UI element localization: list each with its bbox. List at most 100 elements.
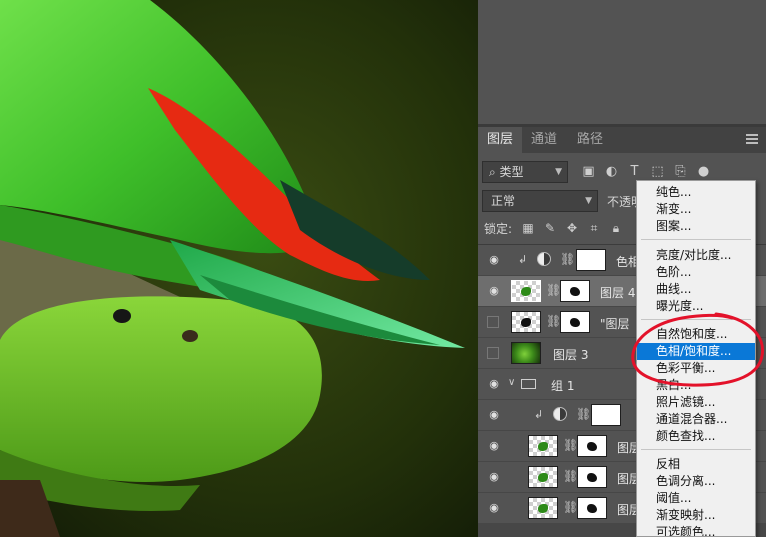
canvas-photo: [0, 0, 478, 537]
lock-position-icon[interactable]: ✥: [564, 220, 580, 236]
chevron-down-icon: ▼: [555, 167, 562, 177]
menu-separator: [641, 319, 751, 320]
layer-content-shape: [521, 287, 531, 296]
mask-shape: [587, 504, 597, 513]
layer-name: "图层: [600, 317, 630, 331]
filter-kind-value: 类型: [499, 165, 524, 179]
menu-separator: [641, 449, 751, 450]
layer-mask-thumbnail[interactable]: [577, 497, 607, 519]
link-chain-icon[interactable]: ⛓: [576, 407, 591, 421]
layer-content-shape: [538, 473, 548, 482]
layer-name: 图层 4: [600, 286, 636, 300]
layer-mask-thumbnail[interactable]: [576, 249, 606, 271]
menu-item-selective-color[interactable]: 可选颜色...: [637, 524, 755, 536]
layer-mask-thumbnail[interactable]: [591, 404, 621, 426]
layer-content-shape: [538, 442, 548, 451]
visibility-eye-icon[interactable]: ◉: [487, 408, 501, 422]
menu-item-black-white[interactable]: 黑白...: [637, 377, 755, 394]
layer-mask-thumbnail[interactable]: [560, 311, 590, 333]
layer-mask-thumbnail[interactable]: [577, 435, 607, 457]
menu-item-levels[interactable]: 色阶...: [637, 264, 755, 281]
tab-channels[interactable]: 通道: [522, 127, 566, 153]
filter-type-icon[interactable]: T: [627, 164, 642, 179]
menu-item-channel-mixer[interactable]: 通道混合器...: [637, 411, 755, 428]
filter-pixel-icon[interactable]: ▣: [581, 164, 596, 179]
filter-smart-object-icon[interactable]: ⎘: [673, 164, 688, 179]
menu-item-vibrance[interactable]: 自然饱和度...: [637, 326, 755, 343]
layer-thumbnail[interactable]: [528, 435, 558, 457]
visibility-eye-icon[interactable]: ◉: [487, 377, 501, 391]
mask-shape: [570, 318, 580, 327]
chevron-down-icon[interactable]: ∨: [508, 377, 515, 388]
filter-icons: ▣ ◐ T ⬚ ⎘ ●: [581, 164, 711, 179]
lock-icons: ▦ ✎ ✥ ⌗ 🔒︎: [520, 220, 624, 236]
search-icon: ⌕: [489, 165, 500, 179]
layer-mask-thumbnail[interactable]: [577, 466, 607, 488]
visibility-eye-icon[interactable]: ◉: [487, 284, 501, 298]
clipping-arrow-icon: ↲: [518, 253, 528, 266]
visibility-eye-icon[interactable]: ◉: [487, 439, 501, 453]
layer-thumbnail[interactable]: [511, 342, 541, 364]
menu-item-pattern[interactable]: 图案...: [637, 218, 755, 235]
visibility-off-box[interactable]: [487, 347, 499, 359]
layer-thumbnail[interactable]: [511, 280, 541, 302]
menu-item-gradient-map[interactable]: 渐变映射...: [637, 507, 755, 524]
filter-toggle-icon[interactable]: ●: [696, 164, 711, 179]
mask-shape: [570, 287, 580, 296]
lock-artboard-icon[interactable]: ⌗: [586, 220, 602, 236]
mask-shape: [587, 442, 597, 451]
link-chain-icon[interactable]: ⛓: [563, 469, 578, 483]
menu-item-threshold[interactable]: 阈值...: [637, 490, 755, 507]
menu-item-solid-color[interactable]: 纯色...: [637, 184, 755, 201]
menu-item-exposure[interactable]: 曝光度...: [637, 298, 755, 315]
menu-item-invert[interactable]: 反相: [637, 456, 755, 473]
new-adjustment-layer-menu: 纯色... 渐变... 图案... 亮度/对比度... 色阶... 曲线... …: [636, 180, 756, 537]
folder-icon: [521, 379, 536, 389]
lock-transparent-icon[interactable]: ▦: [520, 220, 536, 236]
adjustment-layer-icon: [537, 252, 551, 266]
chevron-down-icon: ▼: [585, 196, 592, 206]
lock-label: 锁定:: [484, 222, 513, 236]
layer-thumbnail[interactable]: [528, 466, 558, 488]
visibility-eye-icon[interactable]: ◉: [487, 501, 501, 515]
menu-item-color-lookup[interactable]: 颜色查找...: [637, 428, 755, 445]
mask-shape: [587, 473, 597, 482]
clipping-arrow-icon: ↲: [534, 408, 544, 421]
blend-mode-select[interactable]: 正常 ▼: [482, 190, 598, 212]
menu-item-color-balance[interactable]: 色彩平衡...: [637, 360, 755, 377]
menu-item-hue-saturation[interactable]: 色相/饱和度...: [637, 343, 755, 360]
link-chain-icon[interactable]: ⛓: [563, 438, 578, 452]
visibility-eye-icon[interactable]: ◉: [487, 470, 501, 484]
menu-separator: [641, 239, 751, 240]
menu-item-curves[interactable]: 曲线...: [637, 281, 755, 298]
panel-tabbar: 图层 通道 路径: [478, 127, 766, 153]
link-chain-icon[interactable]: ⛓: [560, 252, 575, 266]
panel-menu-icon[interactable]: [746, 134, 758, 144]
menu-item-posterize[interactable]: 色调分离...: [637, 473, 755, 490]
link-chain-icon[interactable]: ⛓: [546, 314, 561, 328]
tab-paths[interactable]: 路径: [568, 127, 612, 153]
layer-name: 组 1: [551, 379, 575, 393]
layer-thumbnail[interactable]: [528, 497, 558, 519]
layer-filter-kind-select[interactable]: ⌕ 类型 ▼: [482, 161, 568, 183]
layer-content-shape: [521, 318, 531, 327]
lock-all-icon[interactable]: 🔒︎: [608, 220, 624, 236]
visibility-eye-icon[interactable]: ◉: [487, 253, 501, 267]
visibility-off-box[interactable]: [487, 316, 499, 328]
layer-name: 图层 3: [553, 348, 589, 362]
menu-item-photo-filter[interactable]: 照片滤镜...: [637, 394, 755, 411]
tab-layers[interactable]: 图层: [478, 127, 523, 153]
menu-item-gradient[interactable]: 渐变...: [637, 201, 755, 218]
layer-content-shape: [538, 504, 548, 513]
layer-thumbnail[interactable]: [511, 311, 541, 333]
link-chain-icon[interactable]: ⛓: [563, 500, 578, 514]
layer-mask-thumbnail[interactable]: [560, 280, 590, 302]
filter-adjustment-icon[interactable]: ◐: [604, 164, 619, 179]
filter-shape-icon[interactable]: ⬚: [650, 164, 665, 179]
menu-item-brightness-contrast[interactable]: 亮度/对比度...: [637, 247, 755, 264]
lock-image-icon[interactable]: ✎: [542, 220, 558, 236]
link-chain-icon[interactable]: ⛓: [546, 283, 561, 297]
upper-panel-empty: [478, 0, 766, 124]
blend-mode-value: 正常: [491, 194, 516, 208]
document-canvas[interactable]: [0, 0, 478, 537]
